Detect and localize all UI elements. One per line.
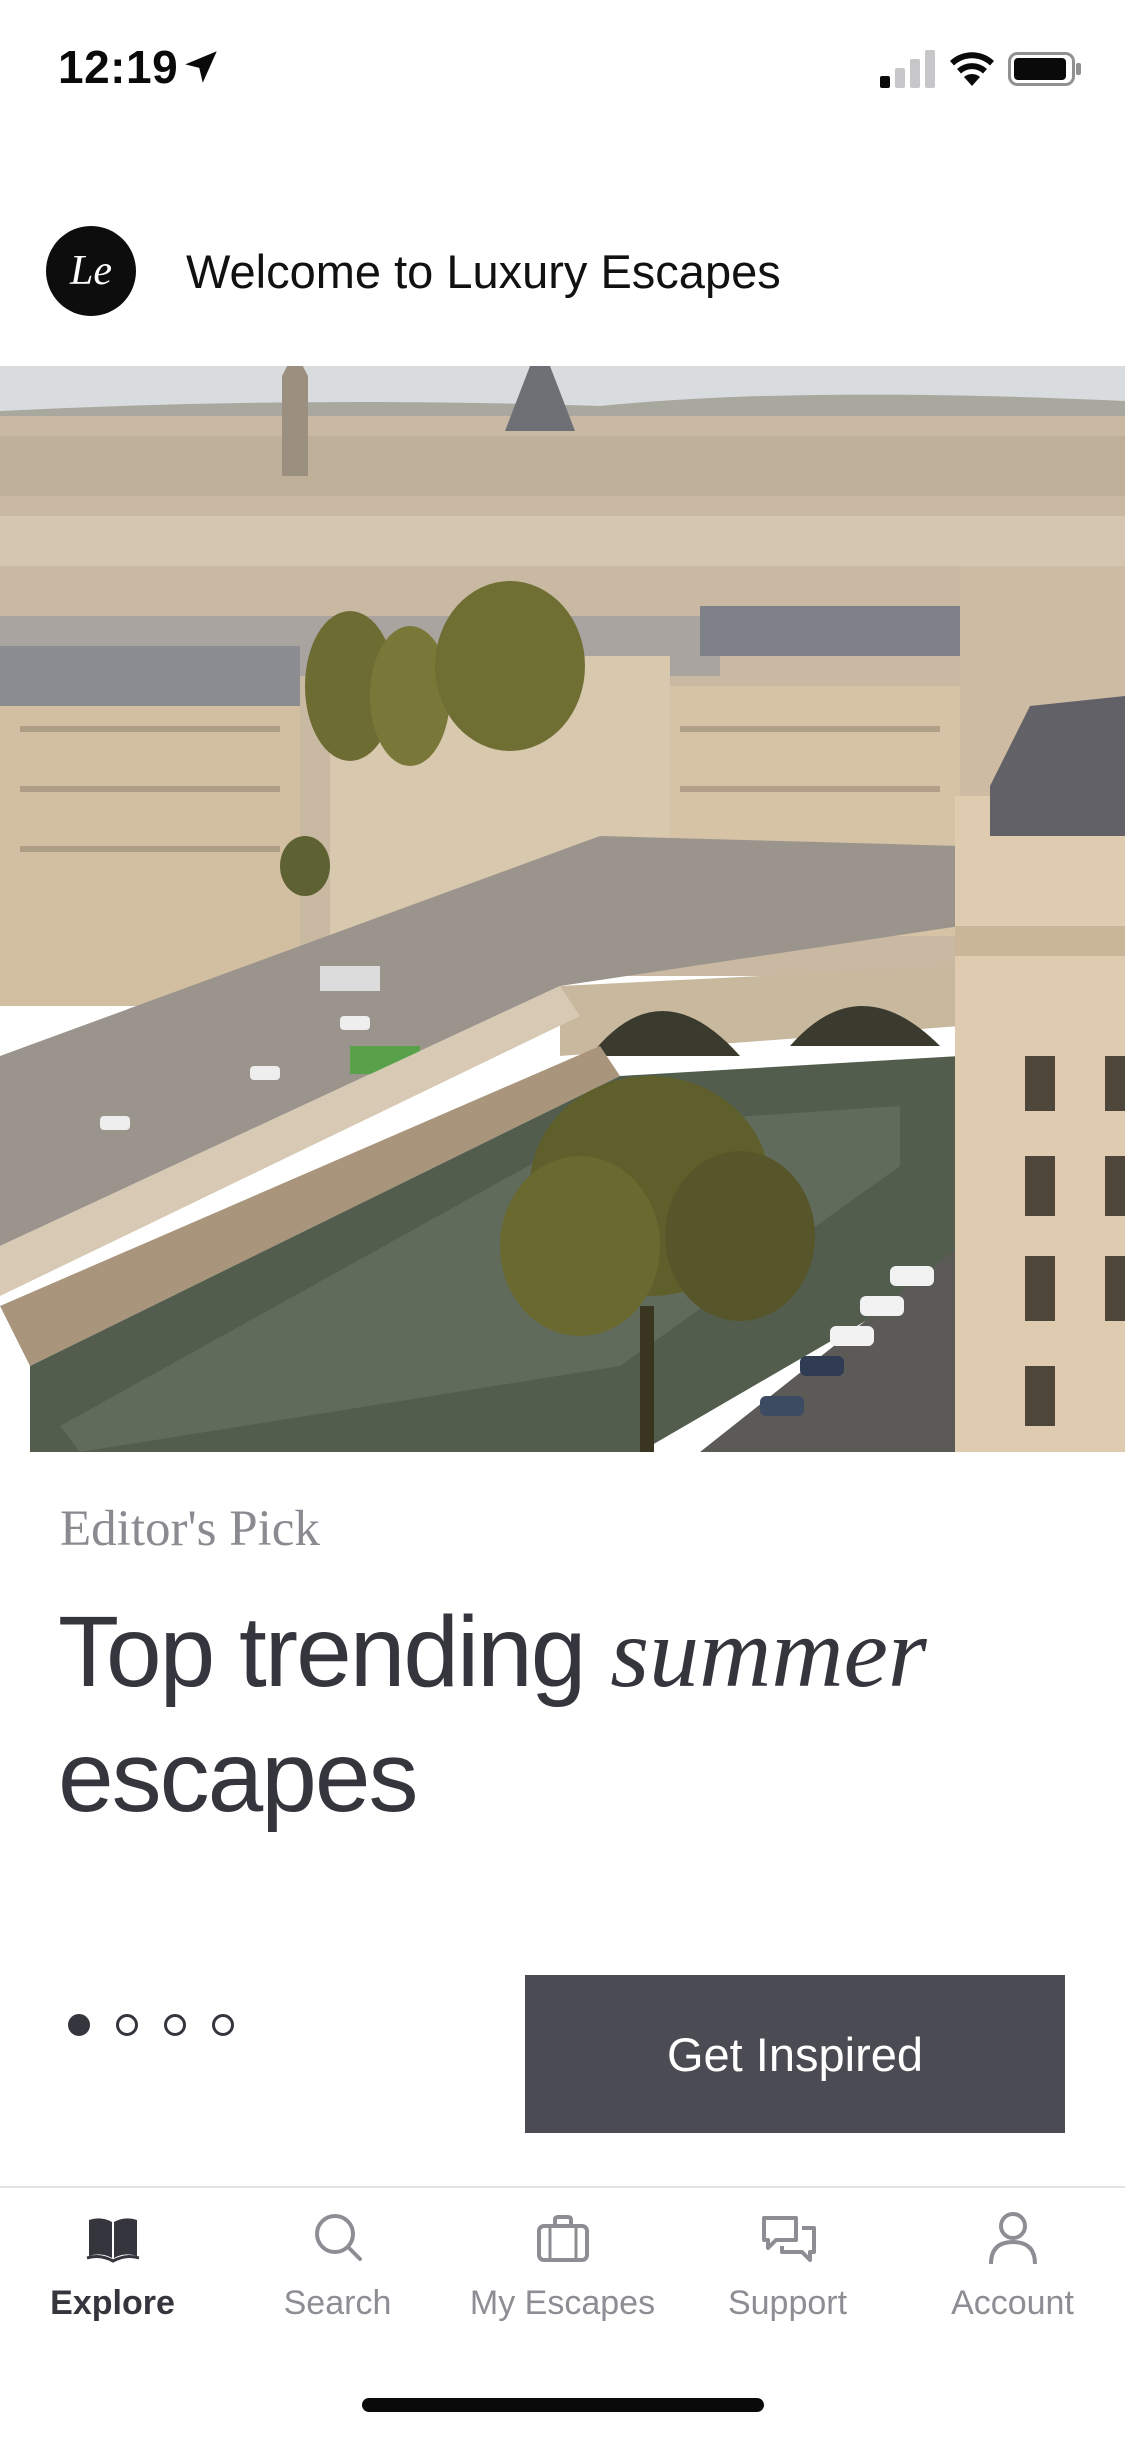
get-inspired-button[interactable]: Get Inspired [525, 1975, 1065, 2133]
home-indicator [362, 2398, 764, 2412]
briefcase-icon [536, 2215, 589, 2262]
welcome-title: Welcome to Luxury Escapes [186, 245, 781, 298]
luxury-escapes-logo[interactable]: Le [46, 226, 136, 316]
pager-dot-1[interactable] [68, 2014, 90, 2036]
paris-cityscape-photo [0, 366, 1125, 1452]
tab-label-support: Support [727, 2284, 848, 2322]
headline-part1: Top trending [58, 1596, 611, 1708]
pager-dot-4[interactable] [212, 2014, 234, 2036]
chat-icon [761, 2216, 816, 2262]
logo-monogram: Le [69, 248, 112, 294]
wifi-icon [950, 52, 994, 86]
tab-label-account: Account [951, 2284, 1074, 2322]
tab-account[interactable]: Account [900, 2208, 1125, 2348]
person-icon [988, 2212, 1037, 2265]
battery-icon [1008, 52, 1081, 86]
pager-dot-3[interactable] [164, 2014, 186, 2036]
hero-image[interactable] [0, 366, 1125, 1452]
tab-support[interactable]: Support [675, 2208, 900, 2348]
cell-signal-icon [880, 50, 935, 88]
pager-dot-2[interactable] [116, 2014, 138, 2036]
headline-part2: escapes [58, 1721, 418, 1833]
tab-label-my-escapes: My Escapes [469, 2284, 656, 2322]
status-time: 12:19 [58, 41, 179, 93]
editors-pick-label: Editor's Pick [60, 1501, 320, 1557]
feature-headline: Top trending summer escapes [58, 1590, 1078, 1839]
book-icon [86, 2218, 139, 2263]
tab-my-escapes[interactable]: My Escapes [450, 2208, 675, 2348]
tab-explore[interactable]: Explore [0, 2208, 225, 2348]
location-arrow-icon [185, 51, 217, 83]
tab-search[interactable]: Search [225, 2208, 450, 2348]
carousel-pager [68, 2014, 234, 2038]
headline-italic: summer [610, 1597, 927, 1708]
search-icon [314, 2214, 362, 2261]
tab-label-explore: Explore [50, 2284, 175, 2322]
status-bar: 12:19 [0, 0, 1125, 140]
tab-label-search: Search [283, 2284, 392, 2322]
